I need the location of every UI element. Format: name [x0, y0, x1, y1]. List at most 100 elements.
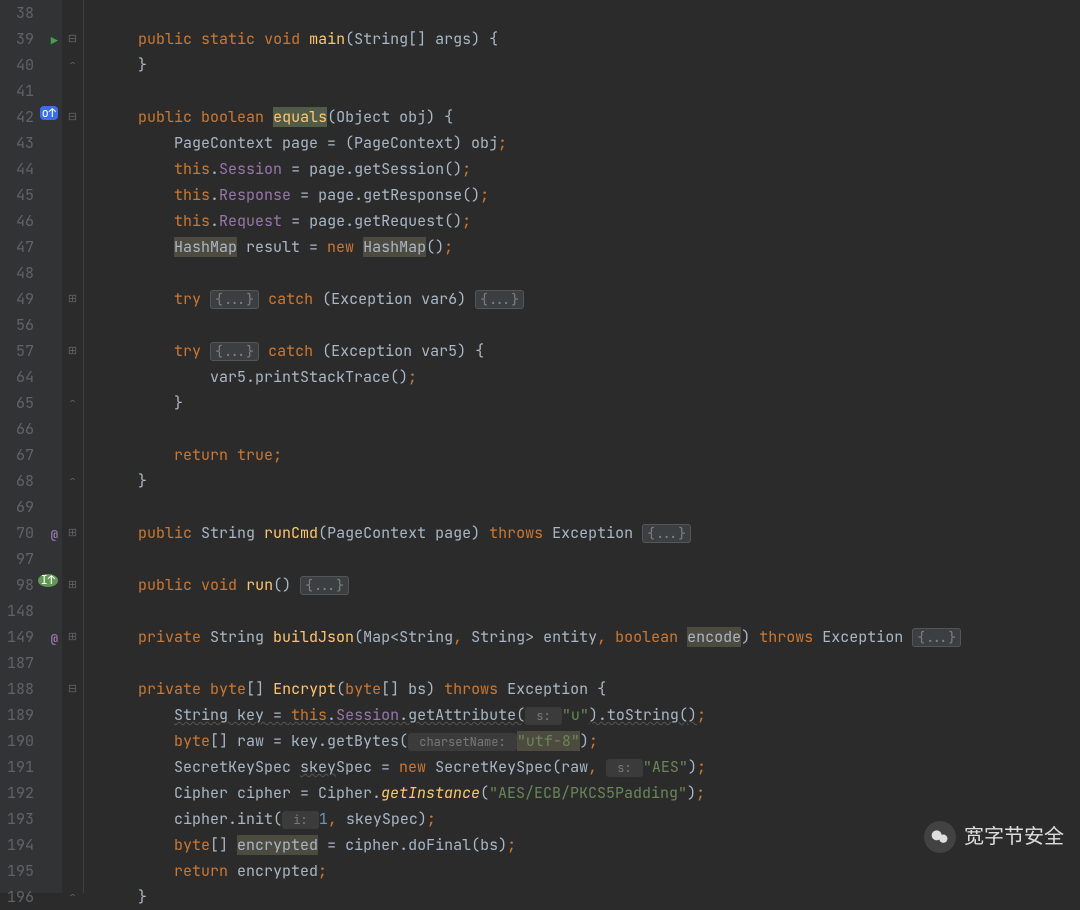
- fold-marker[interactable]: ⊞: [62, 572, 83, 598]
- fold-marker[interactable]: [62, 416, 83, 442]
- code-line[interactable]: }: [102, 52, 961, 78]
- fold-marker[interactable]: ⊟: [62, 676, 83, 702]
- line-number[interactable]: 194: [0, 832, 62, 858]
- line-number[interactable]: 65: [0, 390, 62, 416]
- code-line[interactable]: var5.printStackTrace();: [102, 364, 961, 390]
- line-number[interactable]: 64: [0, 364, 62, 390]
- code-line[interactable]: }: [102, 390, 961, 416]
- fold-marker[interactable]: ⊟: [62, 26, 83, 52]
- code-line[interactable]: this.Session = page.getSession();: [102, 156, 961, 182]
- fold-marker[interactable]: [62, 832, 83, 858]
- fold-marker[interactable]: [62, 234, 83, 260]
- annotation-icon[interactable]: @: [51, 522, 58, 548]
- code-line[interactable]: return encrypted;: [102, 858, 961, 884]
- code-line[interactable]: [102, 650, 961, 676]
- fold-marker[interactable]: [62, 754, 83, 780]
- line-number[interactable]: 188: [0, 676, 62, 702]
- line-number[interactable]: 40: [0, 52, 62, 78]
- line-number[interactable]: 149@: [0, 624, 62, 650]
- line-number[interactable]: 41: [0, 78, 62, 104]
- code-line[interactable]: byte[] encrypted = cipher.doFinal(bs);: [102, 832, 961, 858]
- code-line[interactable]: [102, 78, 961, 104]
- fold-marker[interactable]: [62, 494, 83, 520]
- code-line[interactable]: public String runCmd(PageContext page) t…: [102, 520, 961, 546]
- fold-marker[interactable]: ⌃: [62, 884, 83, 910]
- fold-marker[interactable]: [62, 858, 83, 884]
- fold-marker[interactable]: ⊞: [62, 520, 83, 546]
- fold-marker[interactable]: ⌃: [62, 52, 83, 78]
- code-line[interactable]: private byte[] Encrypt(byte[] bs) throws…: [102, 676, 961, 702]
- fold-marker[interactable]: [62, 156, 83, 182]
- line-number[interactable]: 43: [0, 130, 62, 156]
- override-icon[interactable]: o↑: [40, 106, 58, 120]
- code-line[interactable]: public void run() {...}: [102, 572, 961, 598]
- line-number[interactable]: 49: [0, 286, 62, 312]
- code-line[interactable]: cipher.init( i: 1, skeySpec);: [102, 806, 961, 832]
- code-editor[interactable]: 3839▶404142o↑434445464748495657646566676…: [0, 0, 1080, 893]
- fold-marker[interactable]: [62, 442, 83, 468]
- code-line[interactable]: [102, 598, 961, 624]
- line-number[interactable]: 195: [0, 858, 62, 884]
- line-number[interactable]: 193: [0, 806, 62, 832]
- fold-marker[interactable]: [62, 364, 83, 390]
- code-line[interactable]: [102, 416, 961, 442]
- line-number[interactable]: 98I↑: [0, 572, 62, 598]
- line-number[interactable]: 70@: [0, 520, 62, 546]
- line-number[interactable]: 44: [0, 156, 62, 182]
- fold-marker[interactable]: [62, 598, 83, 624]
- line-number[interactable]: 68: [0, 468, 62, 494]
- code-line[interactable]: [102, 0, 961, 26]
- code-line[interactable]: }: [102, 468, 961, 494]
- code-line[interactable]: public boolean equals(Object obj) {: [102, 104, 961, 130]
- line-number[interactable]: 57: [0, 338, 62, 364]
- line-number[interactable]: 192: [0, 780, 62, 806]
- code-line[interactable]: String key = this.Session.getAttribute( …: [102, 702, 961, 728]
- code-line[interactable]: HashMap result = new HashMap();: [102, 234, 961, 260]
- code-line[interactable]: PageContext page = (PageContext) obj;: [102, 130, 961, 156]
- code-area[interactable]: public static void main(String[] args) {…: [84, 0, 961, 893]
- fold-marker[interactable]: [62, 260, 83, 286]
- code-line[interactable]: Cipher cipher = Cipher.getInstance("AES/…: [102, 780, 961, 806]
- fold-marker[interactable]: [62, 208, 83, 234]
- line-number[interactable]: 190: [0, 728, 62, 754]
- fold-marker[interactable]: [62, 312, 83, 338]
- line-number[interactable]: 48: [0, 260, 62, 286]
- code-line[interactable]: byte[] raw = key.getBytes( charsetName: …: [102, 728, 961, 754]
- run-icon[interactable]: ▶: [51, 28, 58, 54]
- line-number[interactable]: 69: [0, 494, 62, 520]
- implement-icon[interactable]: I↑: [38, 574, 58, 587]
- fold-marker[interactable]: [62, 78, 83, 104]
- line-number[interactable]: 67: [0, 442, 62, 468]
- line-number[interactable]: 187: [0, 650, 62, 676]
- fold-marker[interactable]: ⊞: [62, 338, 83, 364]
- code-line[interactable]: }: [102, 884, 961, 910]
- fold-marker[interactable]: [62, 182, 83, 208]
- code-line[interactable]: SecretKeySpec skeySpec = new SecretKeySp…: [102, 754, 961, 780]
- fold-marker[interactable]: [62, 728, 83, 754]
- line-number[interactable]: 46: [0, 208, 62, 234]
- code-line[interactable]: private String buildJson(Map<String, Str…: [102, 624, 961, 650]
- line-number[interactable]: 56: [0, 312, 62, 338]
- code-line[interactable]: [102, 260, 961, 286]
- line-number[interactable]: 42o↑: [0, 104, 62, 130]
- line-number[interactable]: 97: [0, 546, 62, 572]
- code-line[interactable]: return true;: [102, 442, 961, 468]
- code-line[interactable]: public static void main(String[] args) {: [102, 26, 961, 52]
- fold-marker[interactable]: [62, 546, 83, 572]
- fold-marker[interactable]: ⊞: [62, 286, 83, 312]
- code-line[interactable]: [102, 312, 961, 338]
- line-number-gutter[interactable]: 3839▶404142o↑434445464748495657646566676…: [0, 0, 62, 893]
- line-number[interactable]: 189: [0, 702, 62, 728]
- annotation-icon[interactable]: @: [51, 626, 58, 652]
- fold-marker[interactable]: [62, 130, 83, 156]
- fold-marker[interactable]: ⊟: [62, 104, 83, 130]
- code-line[interactable]: try {...} catch (Exception var6) {...}: [102, 286, 961, 312]
- code-line[interactable]: this.Request = page.getRequest();: [102, 208, 961, 234]
- fold-column[interactable]: ⊟⌃⊟⊞⊞⌃⌃⊞⊞⊞⊟⌃: [62, 0, 84, 893]
- line-number[interactable]: 45: [0, 182, 62, 208]
- line-number[interactable]: 47: [0, 234, 62, 260]
- line-number[interactable]: 196: [0, 884, 62, 910]
- code-line[interactable]: [102, 546, 961, 572]
- line-number[interactable]: 39▶: [0, 26, 62, 52]
- line-number[interactable]: 148: [0, 598, 62, 624]
